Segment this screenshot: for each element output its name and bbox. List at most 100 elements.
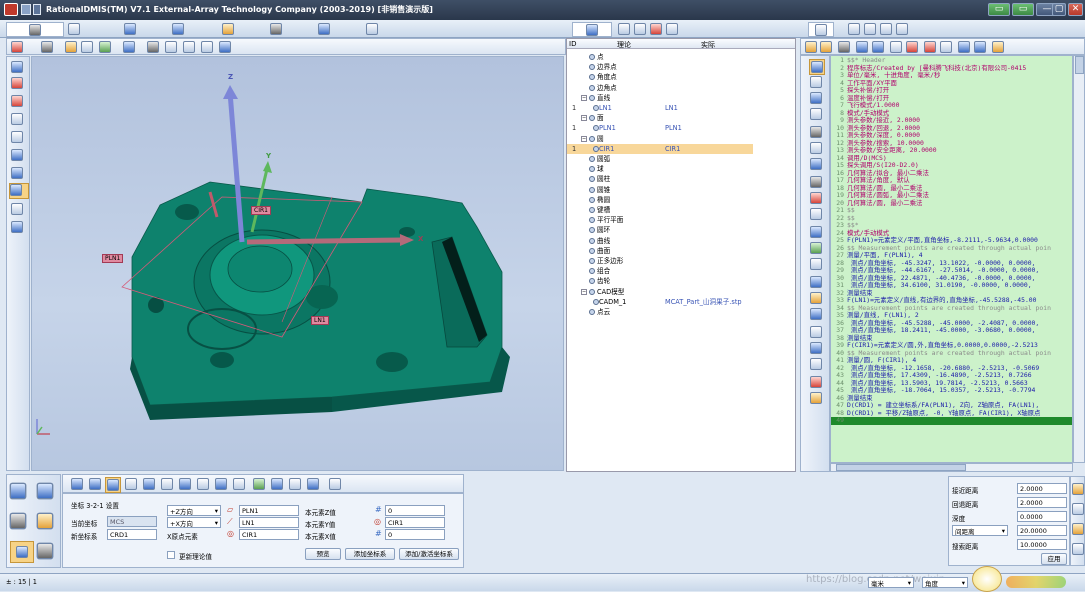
- depth-field[interactable]: [1017, 511, 1067, 522]
- probe-tool-2[interactable]: [11, 95, 27, 110]
- tab-feat-4[interactable]: [650, 23, 662, 35]
- view-icon-2[interactable]: [147, 41, 159, 53]
- save-icon[interactable]: [838, 41, 850, 53]
- list-icon[interactable]: [890, 41, 902, 53]
- tab-viewport[interactable]: [6, 22, 64, 37]
- tree-row[interactable]: 圆锥: [567, 185, 753, 195]
- csys-tool-321[interactable]: [105, 477, 121, 493]
- code-line[interactable]: 49: [831, 416, 1072, 425]
- zval-field[interactable]: [385, 505, 445, 516]
- select-tool-icon[interactable]: [41, 41, 53, 53]
- indent-icon[interactable]: [856, 41, 868, 53]
- close-button[interactable]: ✕: [1068, 3, 1083, 16]
- csys-big-4[interactable]: [36, 512, 54, 530]
- 3d-viewport[interactable]: Z Y X CIR1 PLN1 LN1: [31, 56, 564, 471]
- tree-row[interactable]: 点: [567, 52, 753, 62]
- tab-prog-3[interactable]: [864, 23, 876, 35]
- view-icon-3[interactable]: [165, 41, 177, 53]
- code-line[interactable]: 48 D(CRD1) = 平移/Z轴原点, -0, Y轴原点, FA(CIR1),…: [831, 409, 1040, 418]
- tree-row[interactable]: 平行平面: [567, 215, 753, 225]
- edit-icon[interactable]: [992, 41, 1004, 53]
- feat3-field[interactable]: [239, 529, 299, 540]
- cmd-icon-7[interactable]: [810, 158, 822, 170]
- view-icon-4[interactable]: [183, 41, 195, 53]
- tree-row[interactable]: 点云: [567, 307, 753, 317]
- csys-tool-7[interactable]: [179, 478, 191, 490]
- tree-row[interactable]: 曲线: [567, 236, 753, 246]
- csys-big-1[interactable]: [9, 482, 27, 500]
- tree-row[interactable]: 1 CIR1 CIR1: [567, 143, 753, 154]
- tree-row[interactable]: − 圆: [567, 134, 753, 144]
- tree-row[interactable]: 边角点: [567, 83, 753, 93]
- tree-row[interactable]: 1 LN1 LN1: [567, 103, 753, 113]
- preview-button[interactable]: 预览: [305, 548, 341, 560]
- qat-menu-icon[interactable]: [33, 4, 41, 15]
- csys-big-5[interactable]: [10, 541, 34, 563]
- cmd-icon-16[interactable]: [810, 308, 822, 320]
- current-csys-field[interactable]: [107, 516, 157, 527]
- probe-tool-5[interactable]: [11, 149, 27, 164]
- cmd-icon-2[interactable]: [810, 76, 822, 88]
- yval-field[interactable]: [385, 517, 445, 528]
- view-icon-5[interactable]: [201, 41, 213, 53]
- unit-select[interactable]: 毫米 ▾: [868, 577, 914, 588]
- tree-row[interactable]: 角度点: [567, 72, 753, 82]
- tab-program[interactable]: [808, 22, 834, 37]
- tree-row[interactable]: 圆柱: [567, 174, 753, 184]
- add-csys-button[interactable]: 添加坐标系: [345, 548, 395, 560]
- tab-6[interactable]: [270, 23, 282, 35]
- tree-toggle-icon[interactable]: −: [581, 115, 587, 122]
- param-icon-3[interactable]: [1072, 523, 1084, 535]
- copy-icon[interactable]: [940, 41, 952, 53]
- cmd-icon-6[interactable]: [810, 142, 822, 154]
- cmd-icon-21[interactable]: [810, 392, 822, 404]
- tree-row[interactable]: 齿轮: [567, 276, 753, 286]
- label-ln1[interactable]: LN1: [311, 316, 329, 325]
- home-view-icon[interactable]: [11, 41, 23, 53]
- axis-icon[interactable]: [123, 41, 135, 53]
- cmd-icon-19[interactable]: [810, 358, 822, 370]
- csys-tool-1[interactable]: [71, 478, 83, 490]
- tree-row[interactable]: 球: [567, 164, 753, 174]
- angle-select[interactable]: 角度 ▾: [922, 577, 968, 588]
- tab-prog-4[interactable]: [880, 23, 892, 35]
- tab-2[interactable]: [68, 23, 80, 35]
- param-icon-2[interactable]: [1072, 503, 1084, 515]
- tree-row[interactable]: 正多边形: [567, 256, 753, 266]
- approach-field[interactable]: [1017, 483, 1067, 494]
- tree-row[interactable]: − CAD模型: [567, 287, 753, 297]
- csys-tool-14[interactable]: [307, 478, 319, 490]
- view-icon-6[interactable]: [219, 41, 231, 53]
- label-pln1[interactable]: PLN1: [102, 254, 124, 263]
- qat-save-icon[interactable]: [21, 4, 31, 15]
- tree-col-actual[interactable]: 实际: [701, 40, 715, 50]
- tree-row[interactable]: 键槽: [567, 205, 753, 215]
- layout-button-2[interactable]: ▭: [1012, 3, 1034, 16]
- probe-tool-3[interactable]: [11, 113, 27, 128]
- tree-row[interactable]: 边界点: [567, 62, 753, 72]
- feat2-field[interactable]: [239, 517, 299, 528]
- probe-tool-7[interactable]: [9, 183, 29, 199]
- csys-tool-8[interactable]: [197, 478, 209, 490]
- tree-toggle-icon[interactable]: −: [581, 135, 587, 142]
- cmd-icon-14[interactable]: [810, 276, 822, 288]
- param-icon-1[interactable]: [1072, 483, 1084, 495]
- cmd-icon-10[interactable]: [810, 208, 822, 220]
- tab-feat-2[interactable]: [618, 23, 630, 35]
- csys-tool-10[interactable]: [233, 478, 245, 490]
- tree-row[interactable]: CADM_1 MCAT_Part_山洞果子.stp: [567, 297, 753, 307]
- feat1-field[interactable]: [239, 505, 299, 516]
- tree-row[interactable]: − 面: [567, 113, 753, 123]
- hscroll-thumb[interactable]: [836, 464, 966, 471]
- layout-button-1[interactable]: ▭: [988, 3, 1010, 16]
- tree-col-id[interactable]: ID: [569, 40, 576, 48]
- csys-big-6[interactable]: [36, 542, 54, 560]
- cmd-icon-17[interactable]: [810, 326, 822, 338]
- csys-tool-5[interactable]: [143, 478, 155, 490]
- open-icon[interactable]: [805, 41, 817, 53]
- cmd-icon-13[interactable]: [810, 258, 822, 270]
- cmd-icon-4[interactable]: [810, 108, 822, 120]
- program-editor[interactable]: 1 $$* Header 2 程序标志/Created by [曼科腾飞科技(北京)有…: [830, 55, 1073, 463]
- csys-big-2[interactable]: [36, 482, 54, 500]
- probe-tool-6[interactable]: [11, 167, 27, 182]
